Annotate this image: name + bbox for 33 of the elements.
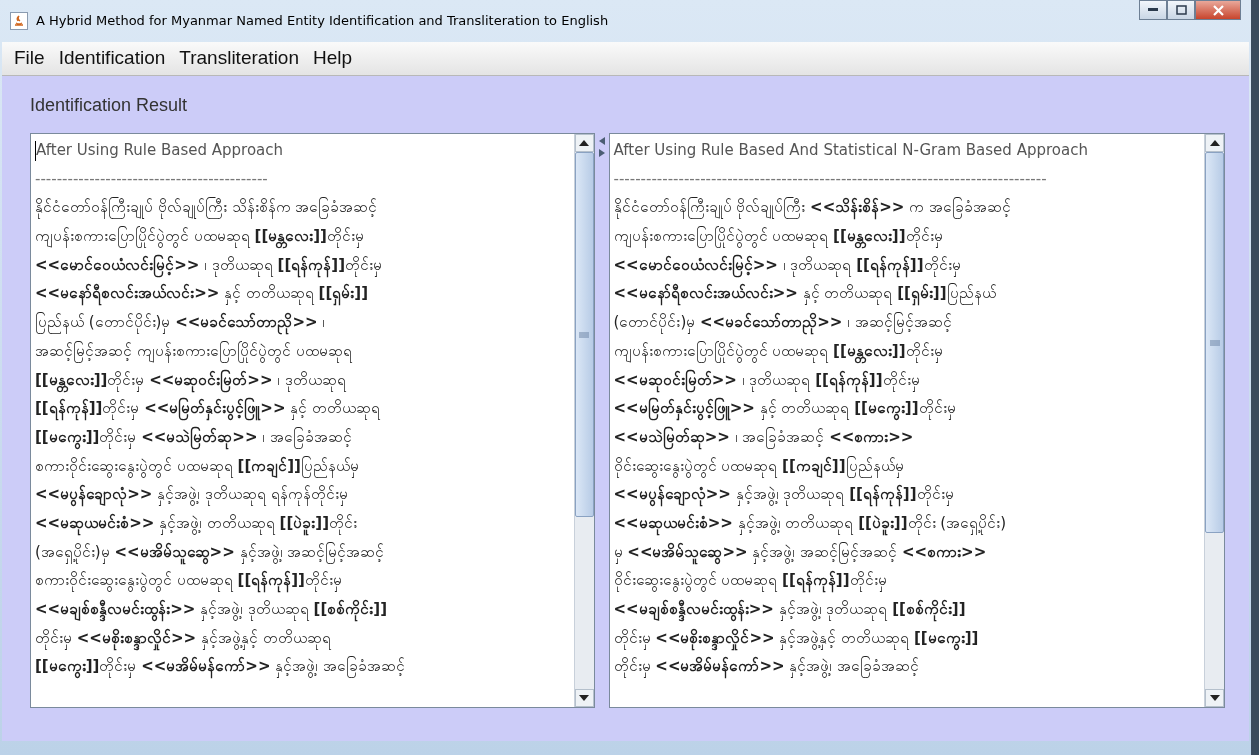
scroll-up-icon[interactable] [1209, 140, 1220, 146]
scroll-thumb[interactable] [1205, 152, 1224, 534]
close-icon [1212, 4, 1224, 16]
text-area[interactable] [30, 133, 595, 708]
app-icon [10, 12, 28, 30]
expand-right-icon[interactable] [598, 149, 605, 157]
minimize-button[interactable] [1139, 0, 1167, 20]
scroll-thumb[interactable] [574, 152, 594, 518]
window-title: A Hybrid Method for Myanmar Named Entity Identification and Transliteration to English [36, 12, 609, 31]
maximize-icon [1175, 5, 1187, 15]
separator-line: ------------------------------------------- [35, 169, 268, 188]
separator-line: -------------------------------------------------------------------------------- [613, 169, 1047, 188]
text-cursor [35, 140, 36, 161]
result-heading: After Using Rule Based And Statistical N-Gram Based Approach [613, 141, 1088, 159]
panel-title: Identification Result [30, 94, 189, 117]
result-heading: After Using Rule Based Approach [36, 141, 284, 159]
menu-item[interactable]: File [14, 44, 45, 73]
result-text-line: နိုင်ငံတော်ဝန်ကြီးချုပ် ဗိုလ်ချုပ်ကြီး သိန်းစိန်က အခြေခံအဆင့် [35, 198, 378, 217]
text-area[interactable] [608, 133, 1225, 708]
collapse-left-icon[interactable] [598, 137, 605, 145]
minimize-icon [1148, 8, 1158, 12]
grip-icon [1209, 339, 1220, 346]
vertical-scrollbar[interactable] [1204, 134, 1224, 707]
vertical-scrollbar[interactable] [573, 134, 594, 707]
menu-item[interactable]: Transliteration [179, 44, 299, 73]
menu-item[interactable]: Help [313, 44, 353, 73]
scroll-down-icon[interactable] [579, 695, 590, 701]
close-button[interactable] [1195, 0, 1241, 20]
scroll-down-icon[interactable] [1209, 695, 1220, 701]
grip-icon [579, 331, 590, 338]
menu-item[interactable]: Identification [58, 44, 166, 73]
maximize-button[interactable] [1167, 0, 1195, 20]
scroll-up-icon[interactable] [579, 140, 590, 146]
